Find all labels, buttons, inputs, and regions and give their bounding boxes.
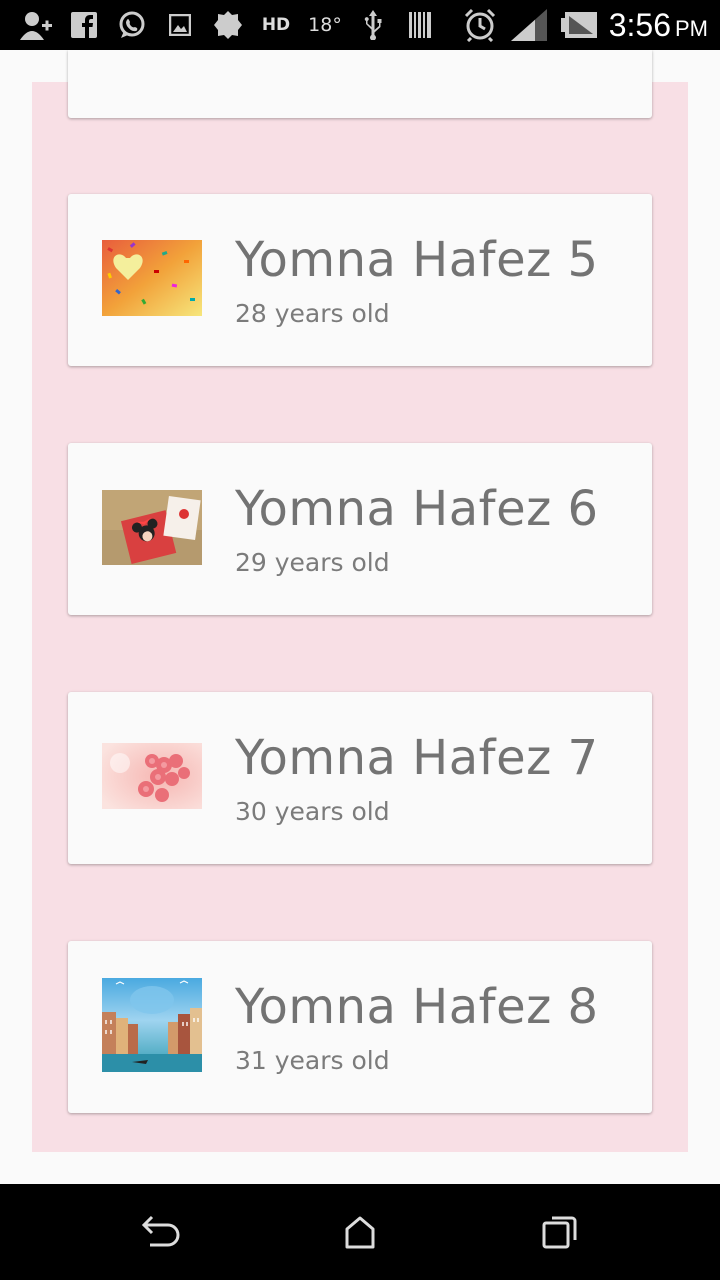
contact-name: Yomna Hafez 6	[235, 481, 599, 537]
clock-time: 3:56	[608, 6, 671, 43]
usb-icon	[360, 0, 386, 50]
temperature-icon: 18°	[308, 14, 342, 36]
pink-roses-image	[102, 743, 202, 809]
gallery-icon	[168, 0, 192, 50]
home-button[interactable]	[330, 1202, 390, 1262]
status-bar: HD 18° 3:56 PM	[0, 0, 720, 50]
recents-icon	[542, 1216, 577, 1249]
contact-age: 28 years old	[235, 299, 390, 328]
facebook-icon	[70, 0, 98, 50]
contact-age: 29 years old	[235, 548, 390, 577]
recents-button[interactable]	[530, 1202, 590, 1262]
contact-age: 31 years old	[235, 1046, 390, 1075]
back-icon	[141, 1215, 180, 1247]
contact-name: Yomna Hafez 8	[235, 979, 599, 1035]
list-item-partial[interactable]	[68, 50, 652, 118]
hd-icon: HD	[261, 15, 291, 35]
battery-icon	[560, 0, 598, 50]
barcode-icon	[408, 0, 432, 50]
venice-image	[102, 978, 202, 1072]
whatsapp-icon	[116, 0, 148, 50]
settings-badge-icon	[212, 0, 244, 50]
signal-icon	[510, 0, 548, 50]
contact-name: Yomna Hafez 5	[235, 232, 599, 288]
navigation-bar	[0, 1184, 720, 1280]
back-button[interactable]	[130, 1202, 190, 1262]
list-item[interactable]: Yomna Hafez 8 31 years old	[68, 941, 652, 1113]
heart-candy-image	[102, 240, 202, 316]
alarm-icon	[462, 0, 498, 50]
clock: 3:56 PM	[609, 0, 708, 50]
list-item[interactable]: Yomna Hafez 5 28 years old	[68, 194, 652, 366]
contact-name: Yomna Hafez 7	[235, 730, 599, 786]
minnie-mouse-image	[102, 490, 202, 565]
list-item[interactable]: Yomna Hafez 7 30 years old	[68, 692, 652, 864]
contact-age: 30 years old	[235, 797, 390, 826]
list-item[interactable]: Yomna Hafez 6 29 years old	[68, 443, 652, 615]
clock-ampm: PM	[675, 16, 708, 41]
home-icon	[345, 1216, 375, 1249]
add-contact-icon	[18, 0, 54, 50]
